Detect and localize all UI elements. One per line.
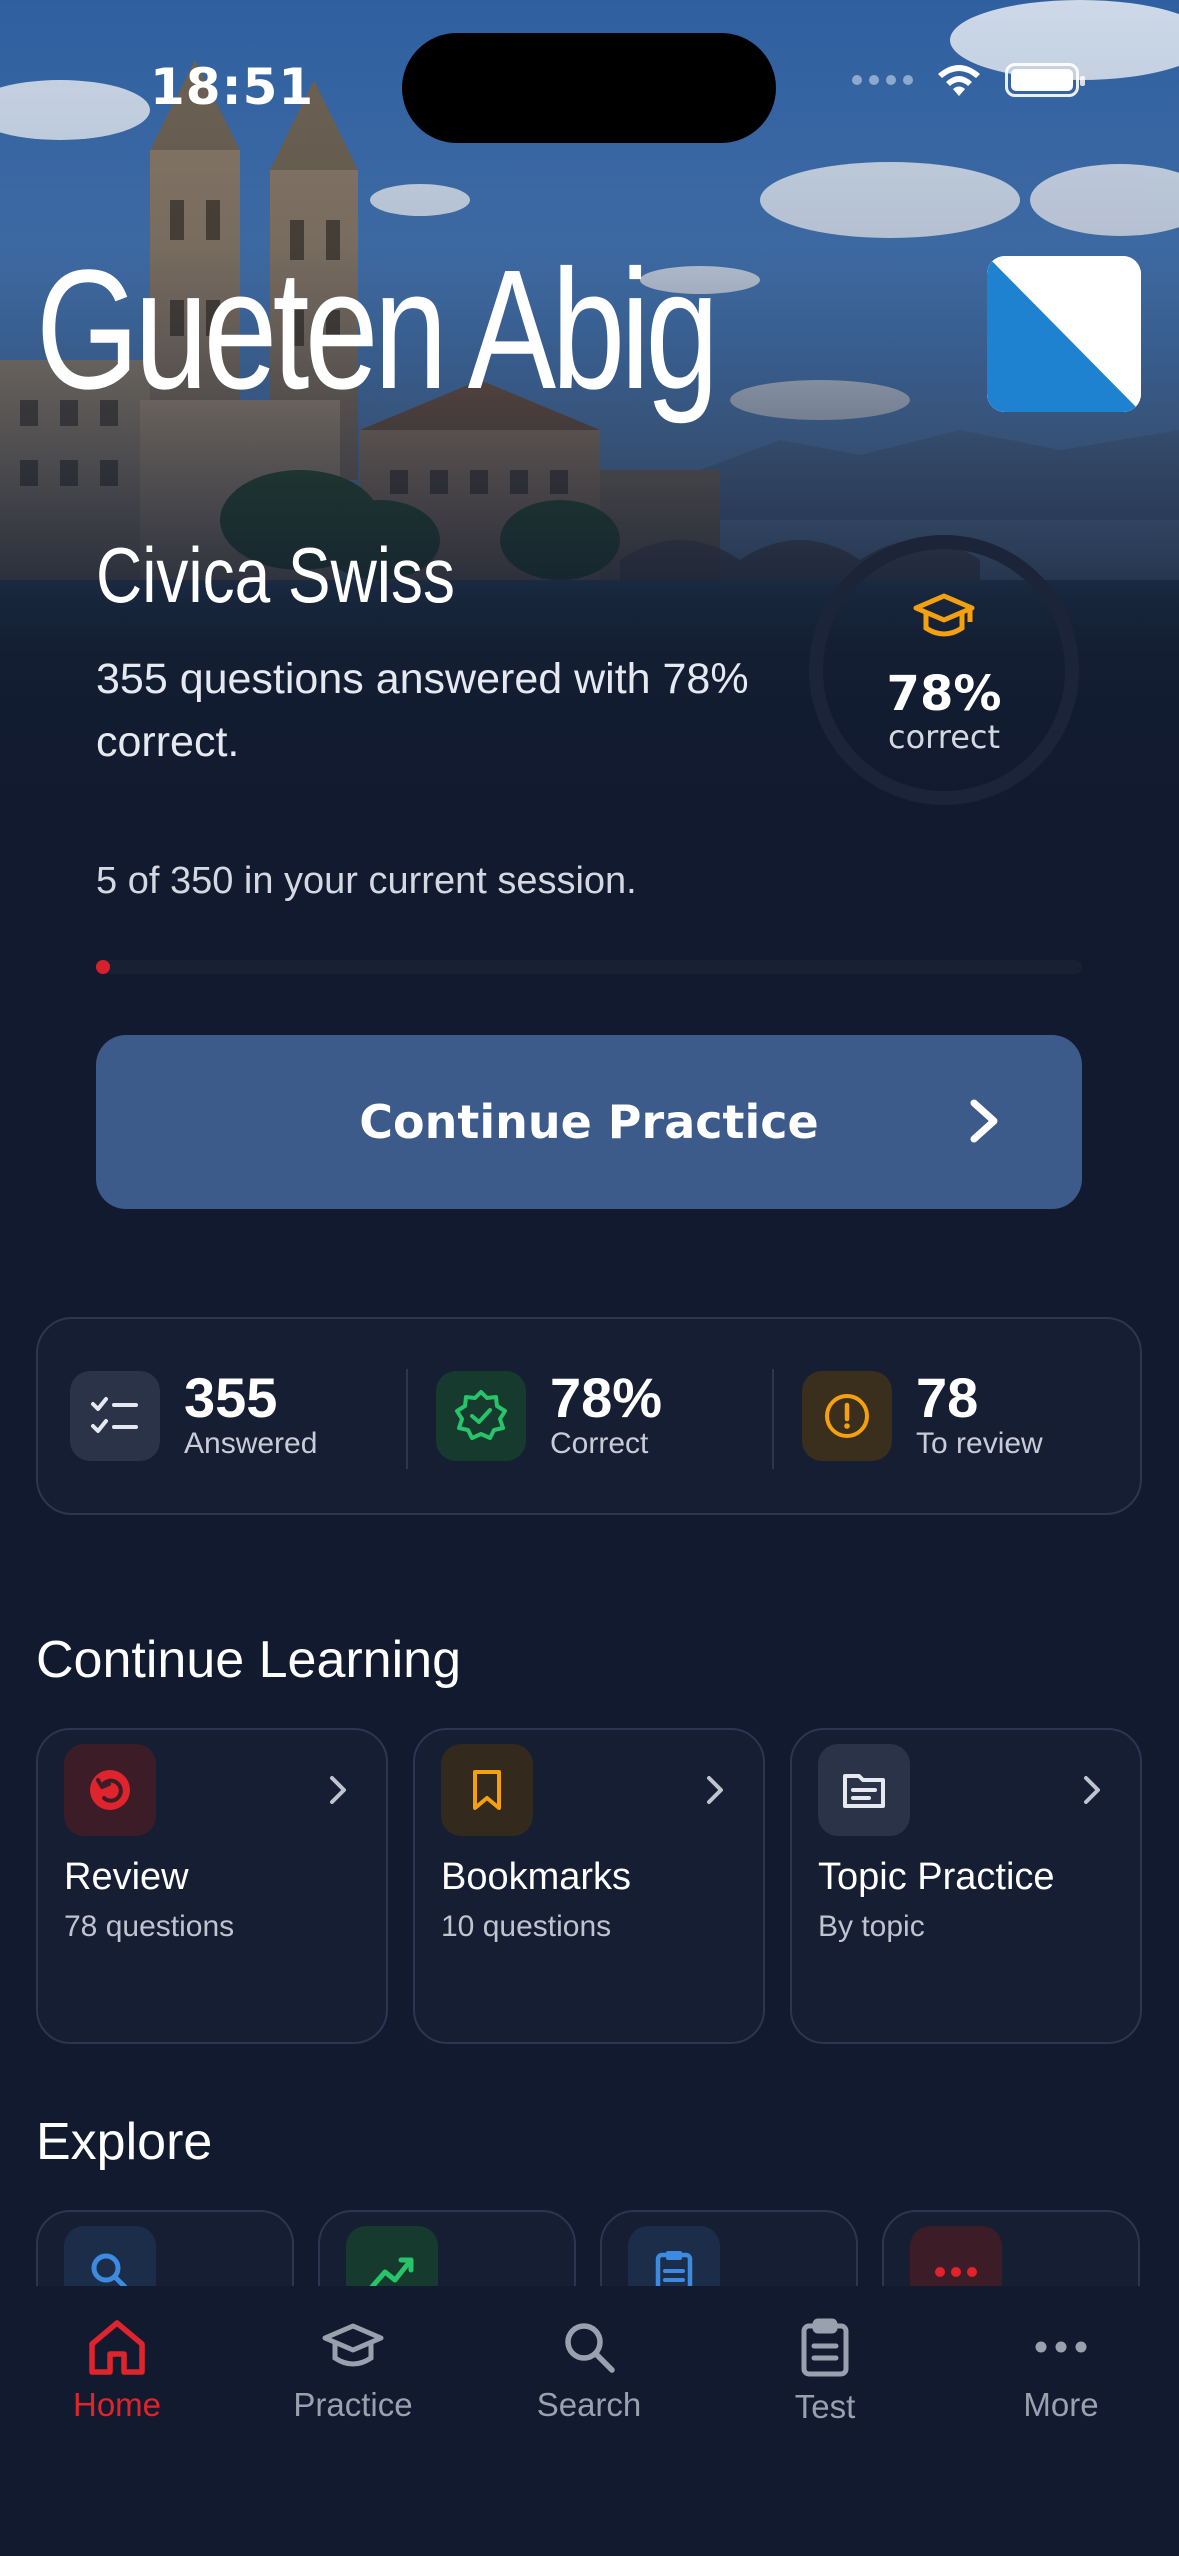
tab-search[interactable]: Search (489, 2318, 689, 2424)
status-time: 18:51 (150, 58, 315, 116)
graduation-cap-icon (322, 2323, 384, 2367)
review-card[interactable]: Review 78 questions (36, 1728, 388, 2044)
card-subtitle: 10 questions (441, 1910, 612, 1943)
alert-circle-icon (802, 1371, 892, 1461)
status-bar: 18:51 (0, 0, 1179, 150)
session-progress-text: 5 of 350 in your current session. (96, 860, 637, 902)
stat-label: Correct (550, 1427, 649, 1460)
explore-title: Explore (36, 2113, 213, 2171)
checklist-icon (70, 1371, 160, 1461)
stat-label: To review (916, 1427, 1043, 1460)
document-icon (818, 1744, 910, 1836)
card-subtitle: 78 questions (64, 1910, 235, 1943)
tab-practice[interactable]: Practice (253, 2318, 453, 2424)
stat-value: 78 (916, 1366, 979, 1429)
chevron-right-icon (707, 1776, 723, 1804)
chevron-right-icon (970, 1099, 998, 1143)
search-icon (565, 2323, 615, 2373)
tab-label: Search (536, 2386, 642, 2423)
verified-badge-icon (436, 1371, 526, 1461)
session-progress-bar (96, 960, 1082, 974)
home-icon (89, 2320, 145, 2375)
tab-test[interactable]: Test (725, 2318, 925, 2426)
tab-label: More (1023, 2386, 1099, 2423)
card-title: Bookmarks (441, 1856, 632, 1898)
tab-label: Test (794, 2388, 856, 2425)
clipboard-icon (801, 2318, 849, 2377)
zurich-flag-icon[interactable] (987, 256, 1141, 412)
tab-more[interactable]: More (961, 2318, 1161, 2424)
dynamic-island (402, 33, 776, 143)
continue-learning-title: Continue Learning (36, 1631, 461, 1689)
tab-label: Practice (293, 2386, 413, 2423)
stat-divider (772, 1369, 774, 1469)
tab-home[interactable]: Home (17, 2318, 217, 2424)
battery-icon (1005, 63, 1085, 97)
cellular-signal-icon (852, 75, 913, 85)
score-percent: 78% (886, 666, 1002, 722)
exam-title: Civica Swiss (96, 531, 455, 619)
stat-value: 78% (550, 1366, 663, 1429)
stat-value: 355 (184, 1366, 278, 1429)
continue-practice-label: Continue Practice (359, 1095, 819, 1149)
tab-label: Home (72, 2386, 162, 2423)
greeting-title: Gueten Abig (36, 235, 719, 425)
topic-practice-card[interactable]: Topic Practice By topic (790, 1728, 1142, 2044)
bookmarks-card[interactable]: Bookmarks 10 questions (413, 1728, 765, 2044)
chevron-right-icon (330, 1776, 346, 1804)
stat-label: Answered (184, 1427, 318, 1460)
bookmark-icon (441, 1744, 533, 1836)
stat-divider (406, 1369, 408, 1469)
review-icon (64, 1744, 156, 1836)
more-icon (1035, 2341, 1087, 2353)
stats-card: 355 Answered 78% Correct 78 To review (36, 1317, 1142, 1515)
session-progress-fill (96, 960, 110, 974)
graduation-cap-icon (913, 593, 975, 637)
bottom-tab-bar: Home Practice Search Test More (0, 2286, 1179, 2556)
wifi-icon (938, 65, 980, 96)
chevron-right-icon (1084, 1776, 1100, 1804)
continue-practice-button[interactable]: Continue Practice (96, 1035, 1082, 1209)
card-subtitle: By topic (818, 1910, 925, 1943)
card-title: Review (64, 1856, 189, 1898)
card-title: Topic Practice (818, 1856, 1055, 1898)
exam-summary-text: 355 questions answered with 78% correct. (96, 655, 749, 766)
status-indicators (852, 62, 1085, 98)
score-caption: correct (887, 718, 1001, 756)
